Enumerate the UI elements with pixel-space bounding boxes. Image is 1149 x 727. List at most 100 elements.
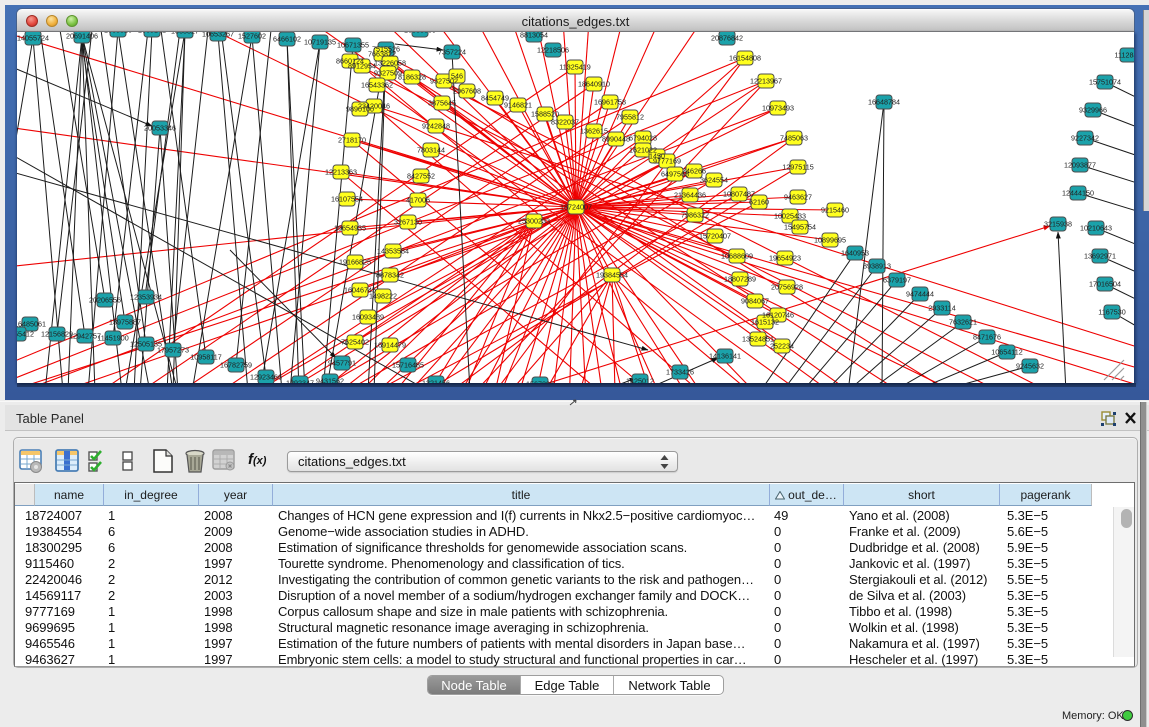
- svg-text:15495754: 15495754: [784, 223, 816, 232]
- svg-text:6497568: 6497568: [661, 170, 689, 179]
- svg-text:10653267: 10653267: [202, 32, 234, 39]
- svg-text:19166825: 19166825: [339, 258, 371, 267]
- svg-text:16485061: 16485061: [17, 320, 46, 329]
- svg-text:15751074: 15751074: [1089, 78, 1121, 87]
- svg-text:12975115: 12975115: [782, 163, 813, 172]
- svg-text:7357224: 7357224: [438, 48, 466, 57]
- svg-text:7632621: 7632621: [949, 318, 977, 327]
- svg-text:2069141: 2069141: [138, 32, 166, 35]
- svg-text:1567283: 1567283: [526, 380, 554, 384]
- svg-text:8471676: 8471676: [973, 333, 1001, 342]
- svg-text:21364436: 21364436: [674, 191, 706, 200]
- svg-text:20691406: 20691406: [66, 32, 98, 41]
- svg-text:10688609: 10688609: [721, 252, 753, 261]
- svg-text:17016504: 17016504: [1089, 280, 1121, 289]
- svg-text:1292347: 1292347: [286, 379, 314, 384]
- svg-text:8813054: 8813054: [520, 32, 548, 40]
- svg-text:12093877: 12093877: [1064, 161, 1096, 170]
- svg-text:8427552: 8427552: [407, 172, 435, 181]
- svg-text:9463627: 9463627: [784, 193, 812, 202]
- svg-text:16154808: 16154808: [729, 54, 761, 63]
- svg-text:13692971: 13692971: [1084, 252, 1116, 261]
- svg-text:8938913: 8938913: [863, 262, 891, 271]
- svg-text:8990448: 8990448: [602, 135, 630, 144]
- svg-text:18640910: 18640910: [578, 80, 610, 89]
- svg-text:7625402: 7625402: [341, 338, 369, 347]
- svg-text:2933114: 2933114: [928, 304, 955, 313]
- svg-text:20876842: 20876842: [711, 34, 743, 43]
- svg-text:9777169: 9777169: [653, 157, 681, 166]
- svg-text:15720407: 15720407: [699, 232, 731, 241]
- svg-text:7663822: 7663822: [368, 50, 396, 59]
- svg-text:12923466: 12923466: [250, 373, 282, 382]
- svg-text:3875645: 3875645: [428, 99, 456, 108]
- svg-text:11325419: 11325419: [559, 63, 590, 72]
- svg-text:9227342: 9227342: [1071, 134, 1099, 143]
- svg-text:10719135: 10719135: [304, 38, 336, 47]
- svg-text:10958117: 10958117: [190, 353, 221, 362]
- svg-text:1112841: 1112841: [1115, 51, 1134, 60]
- svg-text:1498222: 1498222: [369, 292, 397, 301]
- svg-text:7986322: 7986322: [681, 211, 709, 220]
- svg-text:6379197: 6379197: [883, 276, 911, 285]
- svg-text:1425012: 1425012: [626, 377, 654, 384]
- svg-text:18724007: 18724007: [560, 203, 592, 212]
- svg-text:9084067: 9084067: [741, 297, 769, 306]
- svg-text:20756928: 20756928: [771, 283, 803, 292]
- svg-text:18807289: 18807289: [724, 275, 756, 284]
- svg-text:6794028: 6794028: [629, 134, 657, 143]
- svg-text:7485063: 7485063: [780, 134, 808, 143]
- svg-text:12213967: 12213967: [750, 77, 782, 86]
- svg-text:13226058: 13226058: [374, 59, 406, 68]
- svg-text:14136141: 14136141: [709, 352, 741, 361]
- svg-text:9146821: 9146821: [504, 101, 532, 110]
- svg-text:16093489: 16093489: [352, 313, 384, 322]
- svg-text:9329966: 9329966: [1079, 106, 1107, 115]
- svg-text:1640953: 1640953: [841, 249, 869, 258]
- svg-text:10025433: 10025433: [774, 212, 806, 221]
- svg-text:10899695: 10899695: [814, 236, 846, 245]
- svg-text:2967608: 2967608: [453, 87, 481, 96]
- svg-text:8186328: 8186328: [398, 73, 426, 82]
- svg-text:16107554: 16107554: [331, 195, 363, 204]
- svg-text:14055724: 14055724: [17, 34, 49, 43]
- svg-text:9474444: 9474444: [906, 290, 934, 299]
- svg-text:16648784: 16648784: [868, 98, 900, 107]
- svg-text:12218506: 12218506: [537, 46, 569, 55]
- svg-text:9457791: 9457791: [328, 359, 356, 368]
- svg-text:19654923: 19654923: [769, 254, 801, 263]
- svg-text:1615132: 1615132: [751, 318, 779, 327]
- svg-text:252234: 252234: [770, 342, 794, 351]
- svg-text:10210643: 10210643: [1080, 224, 1112, 233]
- svg-text:12444150: 12444150: [1062, 189, 1094, 198]
- svg-text:1527602: 1527602: [238, 32, 266, 41]
- svg-text:1065326: 1065326: [104, 32, 132, 35]
- svg-text:19654935: 19654935: [334, 224, 366, 233]
- svg-text:9215460: 9215460: [821, 206, 849, 215]
- svg-text:16543362: 16543362: [361, 81, 393, 90]
- svg-text:62160: 62160: [749, 198, 769, 207]
- svg-text:13975887: 13975887: [109, 318, 141, 327]
- svg-text:25300233: 25300233: [518, 217, 550, 226]
- svg-text:16914479: 16914479: [374, 341, 406, 350]
- svg-text:14353584: 14353584: [377, 247, 409, 256]
- svg-text:19384554: 19384554: [596, 271, 628, 280]
- svg-text:7803144: 7803144: [417, 146, 445, 155]
- svg-text:12213363: 12213363: [325, 168, 357, 177]
- svg-text:8878342: 8878342: [376, 271, 404, 280]
- svg-text:1167530: 1167530: [1098, 308, 1125, 317]
- svg-text:546: 546: [451, 72, 463, 81]
- svg-text:7955812: 7955812: [616, 113, 644, 122]
- svg-text:16961758: 16961758: [594, 98, 626, 107]
- svg-text:16033809: 16033809: [404, 32, 436, 35]
- svg-text:9242848: 9242848: [422, 122, 450, 131]
- svg-text:8912954: 8912954: [348, 62, 376, 71]
- svg-text:17957273: 17957273: [157, 346, 189, 355]
- svg-text:6466102: 6466102: [273, 35, 301, 44]
- svg-text:9431562: 9431562: [316, 377, 344, 384]
- svg-text:417006: 417006: [406, 196, 430, 205]
- svg-text:10973493: 10973493: [762, 104, 794, 113]
- svg-text:11451900: 11451900: [97, 334, 128, 343]
- svg-text:1065327: 1065327: [171, 32, 199, 36]
- svg-text:3215938: 3215938: [1044, 220, 1072, 229]
